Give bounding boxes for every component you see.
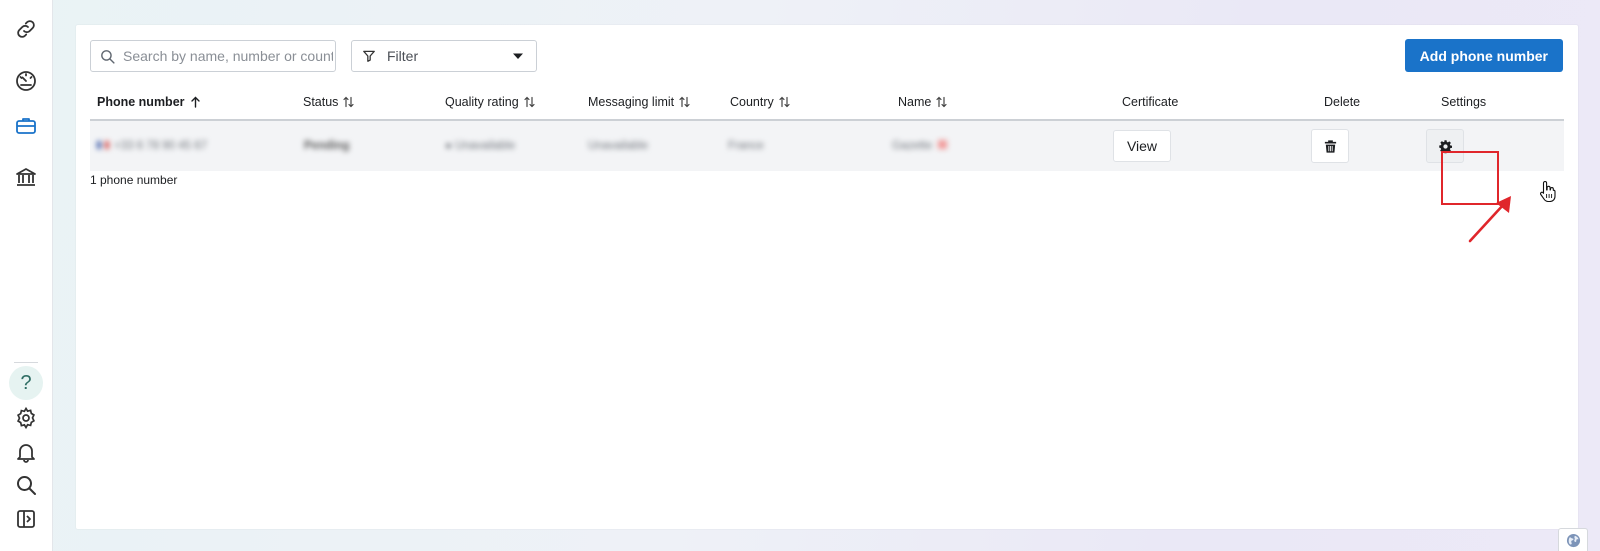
quality-rating-cell: ● Unavailable <box>445 140 516 152</box>
left-navigation-rail: ? <box>0 0 53 551</box>
bell-icon[interactable] <box>9 435 43 469</box>
table-header: Phone number Status Quality rating Messa… <box>90 87 1564 121</box>
help-button[interactable]: ? <box>9 366 43 400</box>
sort-icon <box>343 96 355 108</box>
search-icon <box>101 49 115 64</box>
status-cell: Pending <box>304 140 350 152</box>
hand-pointer-icon <box>1539 180 1556 202</box>
filter-label: Filter <box>387 48 419 64</box>
sort-icon <box>779 96 790 108</box>
messaging-limit-cell: Unavailable <box>588 140 649 152</box>
view-certificate-button[interactable]: View <box>1113 130 1171 162</box>
bank-icon[interactable] <box>9 160 43 194</box>
column-header-delete: Delete <box>1324 95 1361 109</box>
sidebar-toggle-icon[interactable] <box>9 502 43 536</box>
column-header-name[interactable]: Name <box>898 95 947 109</box>
search-icon[interactable] <box>9 468 43 502</box>
sort-icon <box>524 96 535 108</box>
caret-down-icon <box>513 53 523 59</box>
link-icon[interactable] <box>9 12 43 46</box>
phone-number-cell: +33 6 78 90 45 67 <box>97 121 207 171</box>
name-cell: Gazette <box>892 121 948 171</box>
certificate-cell: View <box>1113 121 1171 171</box>
help-icon: ? <box>20 372 32 394</box>
search-box[interactable] <box>90 40 336 72</box>
rail-divider <box>14 362 38 363</box>
filter-dropdown[interactable]: Filter <box>351 40 537 72</box>
settings-button[interactable] <box>1426 129 1464 163</box>
column-header-messaging-limit[interactable]: Messaging limit <box>588 95 690 109</box>
funnel-icon <box>363 50 375 62</box>
country-cell: France <box>728 140 764 152</box>
trash-icon <box>1324 139 1336 153</box>
flag-icon <box>97 141 109 149</box>
column-header-status[interactable]: Status <box>303 95 355 109</box>
sort-icon <box>936 96 947 108</box>
sort-ascending-icon <box>190 96 200 108</box>
gear-icon <box>1438 139 1452 153</box>
annotation-arrow-icon <box>1468 196 1511 243</box>
column-header-phone-number[interactable]: Phone number <box>97 95 201 109</box>
delete-button[interactable] <box>1311 129 1349 163</box>
phone-number-count: 1 phone number <box>90 173 178 187</box>
phone-numbers-panel: Filter Add phone number Phone number Sta… <box>76 25 1578 529</box>
table-row[interactable]: +33 6 78 90 45 67 Pending ● Unavailable … <box>90 121 1564 171</box>
add-phone-number-button[interactable]: Add phone number <box>1404 39 1563 72</box>
column-header-quality-rating[interactable]: Quality rating <box>445 95 535 109</box>
briefcase-icon[interactable] <box>9 109 43 143</box>
column-header-settings: Settings <box>1441 95 1487 109</box>
dashboard-gauge-icon[interactable] <box>9 64 43 98</box>
delete-cell <box>1311 121 1349 171</box>
gear-icon[interactable] <box>9 401 43 435</box>
sort-icon <box>679 96 690 108</box>
column-header-country[interactable]: Country <box>730 95 790 109</box>
name-tag <box>938 140 948 149</box>
column-header-certificate: Certificate <box>1122 95 1179 109</box>
language-widget[interactable] <box>1558 528 1588 551</box>
search-input[interactable] <box>123 48 333 64</box>
settings-cell <box>1426 121 1464 171</box>
globe-icon <box>1566 533 1580 547</box>
